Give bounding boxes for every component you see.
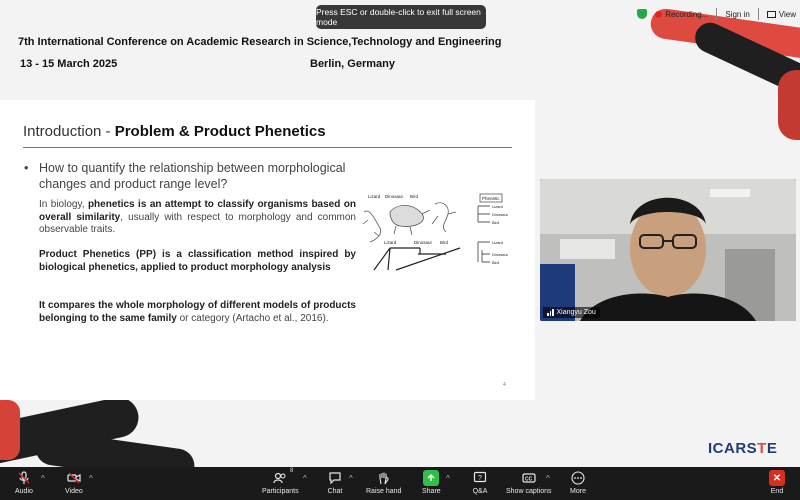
recording-icon (655, 10, 663, 18)
slide-title-bold: Problem & Product Phenetics (114, 123, 326, 140)
sign-in-link[interactable]: Sign in (725, 10, 749, 19)
chat-options-chevron-icon[interactable]: ^ (349, 474, 353, 483)
end-label: End (770, 488, 784, 495)
raise-hand-label: Raise hand (366, 488, 402, 495)
audio-label: Audio (15, 488, 33, 495)
more-button[interactable]: More (570, 470, 586, 495)
captions-label: Show captions (506, 488, 552, 495)
audio-options-chevron-icon[interactable]: ^ (41, 474, 45, 483)
camera-off-icon (66, 470, 82, 486)
share-label: Share (422, 488, 441, 495)
end-meeting-button[interactable]: ✕ End (769, 470, 785, 495)
p1-text-a: In biology, (39, 199, 88, 210)
cladogram-lines (373, 247, 446, 271)
divider (716, 8, 718, 20)
qa-button[interactable]: ? Q&A (472, 470, 488, 495)
slide-divider (23, 147, 512, 148)
conference-title: 7th International Conference on Academic… (18, 36, 502, 48)
paragraph-morphology: It compares the whole morphology of diff… (39, 300, 356, 325)
conference-location: Berlin, Germany (310, 58, 395, 70)
qa-label: Q&A (472, 488, 488, 495)
share-options-chevron-icon[interactable]: ^ (446, 474, 450, 483)
paragraph-product-phenetics: Product Phenetics (PP) is a classificati… (39, 249, 356, 274)
hand-icon (376, 470, 392, 486)
slide-title-prefix: Introduction - (23, 123, 115, 140)
question-line-2: changes and product range level? (39, 177, 228, 191)
share-screen-icon (423, 470, 440, 486)
view-button[interactable]: View (766, 9, 796, 19)
chat-button[interactable]: Chat (327, 470, 343, 495)
top-right-controls: Recording... Sign in View (637, 6, 796, 22)
participant-video-feed (540, 179, 796, 321)
conference-dates: 13 - 15 March 2025 (20, 58, 118, 70)
more-label: More (570, 488, 586, 495)
view-label: View (778, 9, 796, 19)
microphone-muted-icon (16, 470, 32, 486)
participants-options-chevron-icon[interactable]: ^ (303, 474, 307, 483)
encryption-shield-icon[interactable] (637, 9, 648, 19)
chat-label: Chat (327, 488, 343, 495)
p3-text-c: or category (Artacho et al., 2016). (176, 312, 329, 324)
chat-icon (327, 470, 343, 486)
participants-label: Participants (262, 488, 299, 495)
fig-phen-label-2: Dinosaur (492, 212, 509, 217)
fig-phen-label-3: Bird (492, 220, 499, 225)
logo-part-1: ICARS (708, 440, 758, 457)
signal-bars-icon (547, 309, 554, 316)
dinosaur-drawing (389, 205, 424, 227)
slide-title: Introduction - Problem & Product Pheneti… (23, 123, 326, 140)
zoom-fullscreen-window: 7th International Conference on Academic… (0, 0, 800, 500)
phenetics-figure: Lizard Dinosaur Bird Lizard Dinosaur Bir… (362, 193, 509, 271)
fig-bottom-label-lizard: Lizard (384, 240, 397, 245)
grid-view-icon (766, 10, 776, 18)
participant-video-tile[interactable]: Xiangyu Zou (540, 179, 796, 321)
captions-icon: CC (521, 470, 537, 486)
fig-phen2-label-2: Dinosaur (492, 252, 509, 257)
fig-phenetic-title: Phenetic (482, 196, 500, 201)
slide-page-number: 4 (503, 382, 506, 388)
participants-count: 8 (290, 468, 294, 474)
raise-hand-button[interactable]: Raise hand (366, 470, 401, 495)
fig-top-label-lizard: Lizard (368, 194, 381, 199)
fig-phen2-label-3: Bird (492, 260, 499, 265)
video-options-chevron-icon[interactable]: ^ (89, 474, 93, 483)
fig-bottom-label-bird: Bird (440, 240, 448, 245)
exit-fullscreen-hint[interactable]: Press ESC or double-click to exit full s… (316, 5, 486, 29)
fig-top-label-dinosaur: Dinosaur (385, 194, 404, 199)
share-button[interactable]: Share (422, 470, 441, 495)
divider (757, 8, 759, 20)
bird-drawing (431, 202, 457, 233)
more-dots-icon (570, 470, 586, 486)
video-label: Video (65, 488, 83, 495)
fig-bottom-label-dinosaur: Dinosaur (414, 240, 433, 245)
qa-icon: ? (472, 470, 488, 486)
fig-top-label-bird: Bird (410, 194, 418, 199)
show-captions-button[interactable]: CC Show captions (506, 470, 552, 495)
participant-name: Xiangyu Zou (556, 309, 596, 316)
fig-phen2-label-1: Lizard (492, 240, 503, 245)
participants-icon (272, 470, 288, 486)
meeting-toolbar: Audio ^ Video ^ Participants 8 ^ Chat ^ (0, 467, 800, 500)
fig-phen-label-1: Lizard (492, 204, 503, 209)
bullet-point: • (24, 161, 29, 175)
logo-part-2: T (757, 440, 767, 457)
participant-name-tag: Xiangyu Zou (543, 307, 600, 318)
recording-indicator[interactable]: Recording... (655, 10, 708, 19)
video-button[interactable]: Video (65, 470, 83, 495)
icarste-logo: ICARSTE (708, 440, 777, 457)
paragraph-phenetics: In biology, phenetics is an attempt to c… (39, 199, 356, 237)
recording-label: Recording... (665, 9, 709, 19)
audio-button[interactable]: Audio (15, 470, 33, 495)
close-icon: ✕ (769, 470, 785, 486)
decor-shape (0, 400, 20, 460)
logo-part-3: E (766, 440, 778, 457)
p2-text: Product Phenetics (PP) is a classificati… (39, 249, 356, 273)
svg-text:?: ? (478, 475, 482, 482)
captions-options-chevron-icon[interactable]: ^ (546, 474, 550, 483)
svg-text:CC: CC (525, 476, 533, 482)
question-line-1: How to quantify the relationship between… (39, 161, 346, 175)
presentation-slide: Introduction - Problem & Product Pheneti… (0, 100, 535, 400)
lizard-drawing (362, 210, 382, 243)
decor-shape (778, 70, 800, 140)
